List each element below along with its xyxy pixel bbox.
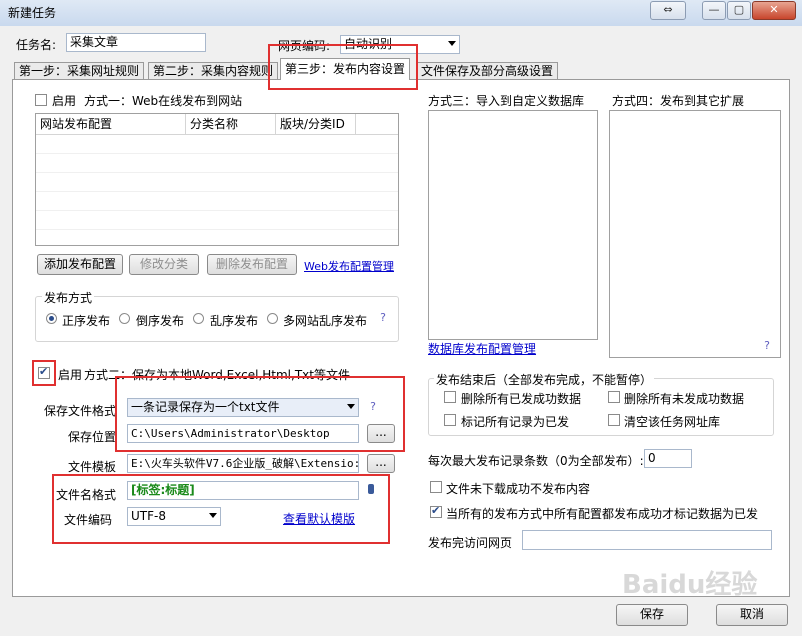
extension-list[interactable] [609,110,781,358]
method3-title: 方式三：导入到自定义数据库 [428,94,585,108]
database-list[interactable] [428,110,598,340]
annotation-tab-highlight [268,44,418,90]
mode-label: 多网站乱序发布 [283,314,368,328]
task-name-input[interactable]: 采集文章 [66,33,206,52]
method1-enable-checkbox[interactable] [35,94,47,106]
format-label: 保存文件格式 [44,404,117,418]
add-config-button[interactable]: 添加发布配置 [37,254,123,275]
column-header[interactable]: 版块/分类ID [276,114,356,134]
watermark: Baidu经验 [622,570,758,600]
method1-title: 方式一：Web在线发布到网站 [84,94,243,108]
column-header[interactable]: 网站发布配置 [36,114,186,134]
publish-config-list[interactable]: 网站发布配置 分类名称 版块/分类ID [35,113,399,246]
max-records-label: 每次最大发布记录条数（0为全部发布）: [428,454,644,468]
visit-label: 发布完访问网页 [428,536,513,550]
annotation-filename-highlight [52,474,390,544]
no-publish-failed-label: 文件未下载成功不发布内容 [446,482,591,496]
annotation-checkbox-highlight [32,360,56,386]
edit-category-button[interactable]: 修改分类 [129,254,199,275]
template-label: 文件模板 [68,460,117,474]
list-row [36,173,398,192]
mark-all-checkbox[interactable] [430,504,442,518]
browse-template-button[interactable]: ... [367,454,395,473]
location-label: 保存位置 [68,430,117,444]
delete-config-button[interactable]: 删除发布配置 [207,254,297,275]
restore-icon[interactable]: ⇔ [650,1,686,20]
no-publish-failed-checkbox[interactable] [430,481,442,493]
list-row [36,211,398,230]
mode-label: 倒序发布 [136,314,185,328]
maximize-button[interactable]: ▢ [727,1,751,20]
window-title: 新建任务 [8,6,57,20]
after-option-label: 删除所有已发成功数据 [461,392,582,406]
mode-label: 乱序发布 [210,314,259,328]
clear-urls-checkbox[interactable] [608,414,620,426]
after-option-label: 清空该任务网址库 [624,415,721,429]
save-button[interactable]: 保存 [616,604,688,626]
chevron-down-icon [448,41,456,46]
list-row [36,154,398,173]
delete-success-checkbox[interactable] [444,391,456,403]
db-config-manage-link[interactable]: 数据库发布配置管理 [428,340,536,357]
mode-radio-reverse[interactable] [119,313,130,324]
publish-mode-title: 发布方式 [42,289,95,306]
mark-all-label: 当所有的发布方式中所有配置都发布成功才标记数据为已发 [446,507,759,521]
cancel-button[interactable]: 取消 [716,604,788,626]
mode-radio-random[interactable] [193,313,204,324]
column-header[interactable]: 分类名称 [186,114,276,134]
mode-label: 正序发布 [62,314,111,328]
after-publish-title: 发布结束后（全部发布完成，不能暂停） [434,371,655,388]
web-config-manage-link[interactable]: Web发布配置管理 [304,258,394,274]
mode-radio-ordered[interactable] [46,313,57,324]
list-row [36,192,398,211]
mode-radio-multi-random[interactable] [267,313,278,324]
delete-failed-checkbox[interactable] [608,391,620,403]
template-input[interactable]: E:\火车头软件V7.6企业版_破解\Extensio: [127,454,359,473]
after-option-label: 标记所有记录为已发 [461,415,570,429]
mark-published-checkbox[interactable] [444,414,456,426]
max-records-input[interactable]: 0 [644,449,692,468]
after-option-label: 删除所有未发成功数据 [624,392,745,406]
method4-title: 方式四：发布到其它扩展 [612,94,745,108]
help-icon[interactable]: ? [376,311,390,325]
minimize-button[interactable]: — [702,1,726,20]
visit-url-input[interactable] [522,530,772,550]
list-header: 网站发布配置 分类名称 版块/分类ID [36,114,398,135]
method2-enable-label: 启用 [58,368,83,382]
tab-step2[interactable]: 第二步：采集内容规则 [148,62,279,80]
tab-step1[interactable]: 第一步：采集网址规则 [14,62,145,80]
method1-enable-label: 启用 [52,94,77,108]
tab-step4[interactable]: 文件保存及部分高级设置 [416,62,559,80]
list-row [36,135,398,154]
annotation-format-highlight [115,376,405,452]
help-icon[interactable]: ? [760,339,774,353]
task-name-label: 任务名: [16,38,57,52]
close-button[interactable]: ✕ [752,1,796,20]
